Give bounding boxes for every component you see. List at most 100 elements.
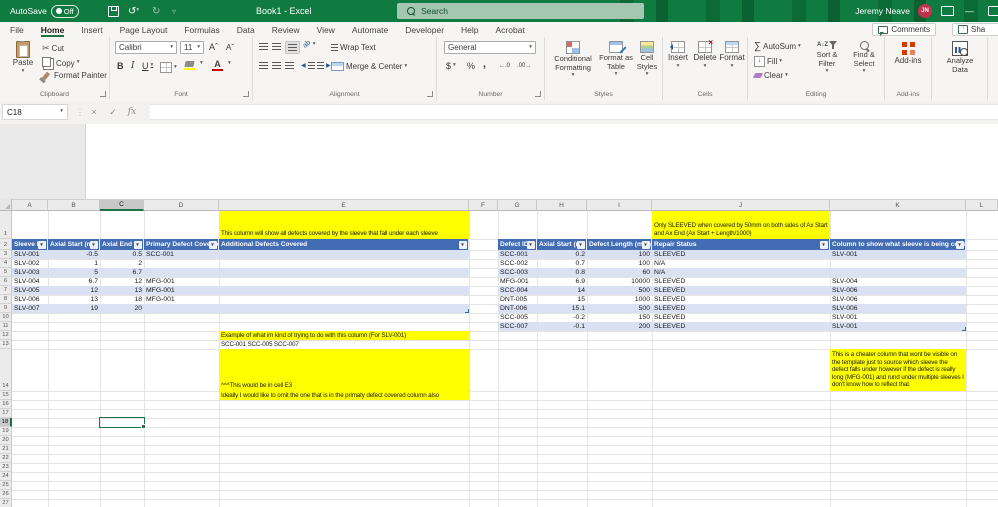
row-header-21[interactable]: 21 (0, 445, 12, 454)
column-header-I[interactable]: I (587, 199, 652, 211)
cell-J4[interactable]: N/A (652, 259, 830, 268)
column-header-D[interactable]: D (144, 199, 219, 211)
cell-I11[interactable]: 200 (587, 322, 652, 331)
row-header-26[interactable]: 26 (0, 490, 12, 499)
table-header-left-A[interactable]: Sleeve ID ▾ (12, 238, 48, 250)
cell-I10[interactable]: 150 (587, 313, 652, 322)
filter-button[interactable]: ▾ (208, 240, 217, 249)
cell-K5[interactable] (830, 268, 966, 277)
column-header-G[interactable]: G (498, 199, 537, 211)
select-all-corner[interactable] (0, 199, 12, 211)
column-header-B[interactable]: B (48, 199, 100, 211)
row-header-15[interactable]: 15 (0, 391, 12, 400)
cell-I8[interactable]: 1000 (587, 295, 652, 304)
cell-K3[interactable]: SLV-001 (830, 250, 966, 259)
cell-E5[interactable] (219, 268, 469, 277)
cell-D6[interactable]: MFG-001 (144, 277, 219, 286)
cell-H5[interactable]: 0.8 (537, 268, 587, 277)
filter-button[interactable]: ▾ (526, 240, 535, 249)
column-header-C[interactable]: C (100, 199, 144, 211)
column-header-H[interactable]: H (537, 199, 587, 211)
cell-K6[interactable]: SLV-004 (830, 277, 966, 286)
cell-C6[interactable]: 12 (100, 277, 144, 286)
table-header-right-H[interactable]: Axial Start (m ▾ (537, 238, 587, 250)
cell-D7[interactable]: MFG-001 (144, 286, 219, 295)
cell-D8[interactable]: MFG-001 (144, 295, 219, 304)
cell-A5[interactable]: SLV-003 (12, 268, 48, 277)
row-header-10[interactable]: 10 (0, 313, 12, 322)
cell-E6[interactable] (219, 277, 469, 286)
row-header-4[interactable]: 4 (0, 259, 12, 268)
row-header-6[interactable]: 6 (0, 277, 12, 286)
cell-J11[interactable]: SLEEVED (652, 322, 830, 331)
row-header-1[interactable]: 1 (0, 210, 12, 239)
table-header-right-J[interactable]: Repair Status ▾ (652, 238, 830, 250)
cell-D5[interactable] (144, 268, 219, 277)
cell-B8[interactable]: 13 (48, 295, 100, 304)
filter-button[interactable]: ▾ (576, 240, 585, 249)
note-E15[interactable]: Ideally I would like to omit the one tha… (219, 391, 469, 400)
cell-C7[interactable]: 13 (100, 286, 144, 295)
cell-I3[interactable]: 100 (587, 250, 652, 259)
selected-cell-outline[interactable] (99, 417, 146, 429)
cell-G5[interactable]: SCC-003 (498, 268, 537, 277)
row-header-3[interactable]: 3 (0, 250, 12, 259)
cell-I4[interactable]: 100 (587, 259, 652, 268)
row-header-2[interactable]: 2 (0, 238, 12, 250)
filter-button[interactable]: ▾ (37, 240, 46, 249)
note-E14[interactable]: ^^^This would be in cell E3 (219, 349, 469, 391)
cell-A7[interactable]: SLV-005 (12, 286, 48, 295)
cell-G10[interactable]: SCC-005 (498, 313, 537, 322)
cell-H8[interactable]: 15 (537, 295, 587, 304)
table-resize-handle[interactable] (465, 309, 469, 313)
cell-C8[interactable]: 18 (100, 295, 144, 304)
column-header-F[interactable]: F (469, 199, 498, 211)
cell-K10[interactable]: SLV-001 (830, 313, 966, 322)
cell-G11[interactable]: SCC-007 (498, 322, 537, 331)
column-header-J[interactable]: J (652, 199, 830, 211)
row-header-14[interactable]: 14 (0, 349, 12, 391)
table-header-right-I[interactable]: Defect Length (mm) ▾ (587, 238, 652, 250)
table-header-right-G[interactable]: Defect ID ▾ (498, 238, 537, 250)
row-header-16[interactable]: 16 (0, 400, 12, 409)
filter-button[interactable]: ▾ (133, 240, 142, 249)
table-resize-handle[interactable] (962, 327, 966, 331)
row-header-19[interactable]: 19 (0, 427, 12, 436)
cell-A6[interactable]: SLV-004 (12, 277, 48, 286)
cell-A3[interactable]: SLV-001 (12, 250, 48, 259)
cell-D4[interactable] (144, 259, 219, 268)
cell-H9[interactable]: 15.1 (537, 304, 587, 313)
cell-K8[interactable]: SLV-006 (830, 295, 966, 304)
column-header-K[interactable]: K (830, 199, 966, 211)
row-header-17[interactable]: 17 (0, 409, 12, 418)
cell-J10[interactable]: SLEEVED (652, 313, 830, 322)
cell-K7[interactable]: SLV-006 (830, 286, 966, 295)
cell-J7[interactable]: SLEEVED (652, 286, 830, 295)
note-K14[interactable]: This is a cheater column that wont be vi… (830, 349, 966, 391)
cell-H7[interactable]: 14 (537, 286, 587, 295)
table-header-left-D[interactable]: Primary Defect Covered ▾ (144, 238, 219, 250)
cell-B9[interactable]: 19 (48, 304, 100, 313)
row-header-13[interactable]: 13 (0, 340, 12, 349)
cell-B5[interactable]: 5 (48, 268, 100, 277)
row-header-25[interactable]: 25 (0, 481, 12, 490)
row-header-23[interactable]: 23 (0, 463, 12, 472)
cell-B7[interactable]: 12 (48, 286, 100, 295)
cell-K11[interactable]: SLV-001 (830, 322, 966, 331)
cell-C3[interactable]: 0.5 (100, 250, 144, 259)
note-E12[interactable]: Example of what im kind of trying to do … (219, 331, 469, 340)
cell-G4[interactable]: SCC-002 (498, 259, 537, 268)
cell-I9[interactable]: 500 (587, 304, 652, 313)
note-E13[interactable]: SCC-001 SCC-005 SCC-007 (219, 340, 469, 349)
filter-button[interactable]: ▾ (458, 240, 467, 249)
cell-E9[interactable] (219, 304, 469, 313)
cell-C5[interactable]: 6.7 (100, 268, 144, 277)
cell-I5[interactable]: 60 (587, 268, 652, 277)
cell-K9[interactable]: SLV-006 (830, 304, 966, 313)
row-header-24[interactable]: 24 (0, 472, 12, 481)
row-header-20[interactable]: 20 (0, 436, 12, 445)
cell-H11[interactable]: -0.1 (537, 322, 587, 331)
row-header-18[interactable]: 18 (0, 418, 12, 427)
column-header-E[interactable]: E (219, 199, 469, 211)
cell-J3[interactable]: SLEEVED (652, 250, 830, 259)
